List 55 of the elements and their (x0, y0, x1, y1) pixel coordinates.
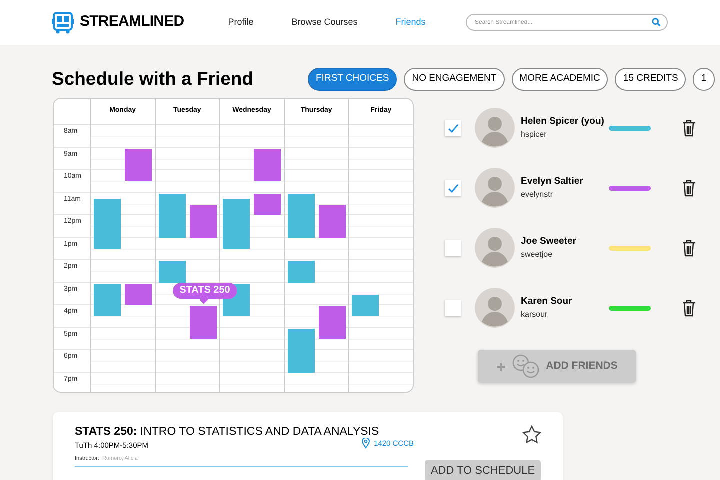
friend-username: hspicer (521, 129, 548, 142)
friend-name: Joe Sweeter (521, 234, 578, 249)
delete-button[interactable] (682, 300, 696, 316)
course-title: STATS 250: INTRO TO STATISTICS AND DATA ANALYSIS (75, 425, 380, 440)
avatar-silhouette (475, 168, 515, 208)
class-block[interactable] (158, 194, 186, 238)
nav-link[interactable]: Browse Courses (292, 16, 358, 30)
class-block[interactable] (190, 204, 217, 238)
avatar-silhouette (475, 108, 515, 148)
class-block[interactable] (288, 328, 315, 372)
class-block[interactable] (352, 294, 380, 316)
friend-checkbox[interactable] (445, 180, 461, 196)
filter-chip[interactable]: NO ENGAGEMENT (404, 68, 505, 90)
friend-username: sweetjoe (521, 249, 554, 262)
class-block[interactable] (94, 284, 121, 316)
add-to-schedule-button[interactable]: ADD TO SCHEDULE (425, 460, 541, 480)
avatar-silhouette (475, 288, 515, 328)
trash-icon (682, 120, 696, 136)
class-block[interactable] (125, 148, 152, 182)
checkmark-icon (448, 184, 458, 192)
plus-icon (496, 362, 506, 372)
course-tooltip: STATS 250 (172, 283, 238, 299)
delete-button[interactable] (682, 180, 696, 196)
trash-icon (682, 240, 696, 256)
friend-name: Evelyn Saltier (521, 174, 584, 189)
brand-name: STREAMLINED (80, 12, 184, 32)
bus-logo-icon (52, 12, 74, 34)
trash-icon (682, 180, 696, 196)
friend-username: evelynstr (521, 189, 554, 202)
friend-username: karsour (521, 309, 549, 322)
filter-chip[interactable]: 15 CREDITS (615, 68, 686, 90)
trash-icon (682, 300, 696, 316)
class-block[interactable] (125, 284, 152, 305)
search-icon (652, 18, 661, 27)
filter-chip[interactable]: 1 (693, 68, 715, 90)
delete-button[interactable] (682, 120, 696, 136)
class-block[interactable] (254, 194, 282, 215)
page-title: Schedule with a Friend (52, 67, 254, 91)
friend-name: Helen Spicer (you) (521, 114, 606, 129)
class-block[interactable] (318, 204, 346, 238)
friend-checkbox[interactable] (445, 120, 461, 136)
star-icon[interactable] (522, 425, 542, 445)
class-block[interactable] (288, 194, 315, 238)
class-block[interactable] (254, 148, 282, 182)
checkmark-icon (448, 124, 458, 132)
nav-link[interactable]: Profile (228, 16, 254, 30)
filter-chip[interactable]: MORE ACADEMIC (512, 68, 608, 90)
friend-checkbox[interactable] (445, 300, 461, 316)
filter-chip[interactable]: FIRST CHOICES (308, 68, 398, 90)
delete-button[interactable] (682, 240, 696, 256)
friend-checkbox[interactable] (445, 240, 461, 256)
friend-name: Karen Sour (521, 294, 574, 309)
location-pin-icon (362, 438, 370, 450)
avatar-silhouette (475, 228, 515, 268)
smiley-faces-icon (512, 354, 540, 379)
